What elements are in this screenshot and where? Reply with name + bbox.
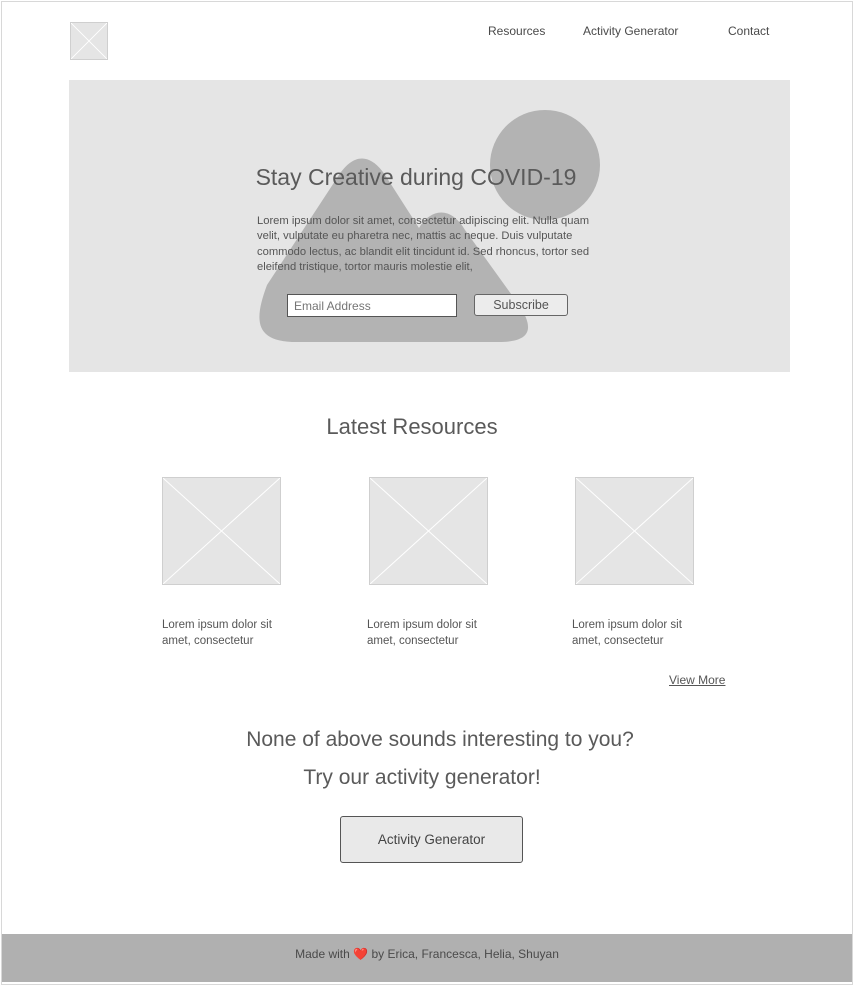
nav-resources[interactable]: Resources [488, 24, 545, 38]
nav-activity-generator[interactable]: Activity Generator [583, 24, 678, 38]
cta-subheading: Try our activity generator! [303, 766, 541, 789]
activity-generator-button[interactable]: Activity Generator [340, 816, 523, 863]
footer-prefix: Made with [295, 947, 350, 961]
subscribe-button[interactable]: Subscribe [474, 294, 568, 316]
cta-heading: None of above sounds interesting to you? [246, 728, 634, 751]
heart-icon: ❤️ [353, 947, 369, 961]
resources-title: Latest Resources [326, 414, 498, 439]
view-more-link[interactable]: View More [669, 673, 725, 687]
resource-card-image-icon[interactable] [369, 477, 488, 585]
resource-card-text[interactable]: Lorem ipsum dolor sit amet, consectetur [572, 618, 702, 649]
nav-contact[interactable]: Contact [728, 24, 769, 38]
hero-title: Stay Creative during COVID-19 [255, 164, 577, 190]
resource-card-image-icon[interactable] [162, 477, 281, 585]
resource-card-image-icon[interactable] [575, 477, 694, 585]
email-input[interactable] [287, 294, 457, 317]
footer-credits: by Erica, Francesca, Helia, Shuyan [371, 947, 559, 961]
hero-banner: Stay Creative during COVID-19 Lorem ipsu… [69, 80, 790, 372]
footer: Made with ❤️ by Erica, Francesca, Helia,… [2, 934, 852, 982]
hero-body: Lorem ipsum dolor sit amet, consectetur … [257, 215, 590, 273]
logo-placeholder-icon[interactable] [70, 22, 108, 60]
resource-card-text[interactable]: Lorem ipsum dolor sit amet, consectetur [367, 618, 497, 649]
resource-card-text[interactable]: Lorem ipsum dolor sit amet, consectetur [162, 618, 292, 649]
